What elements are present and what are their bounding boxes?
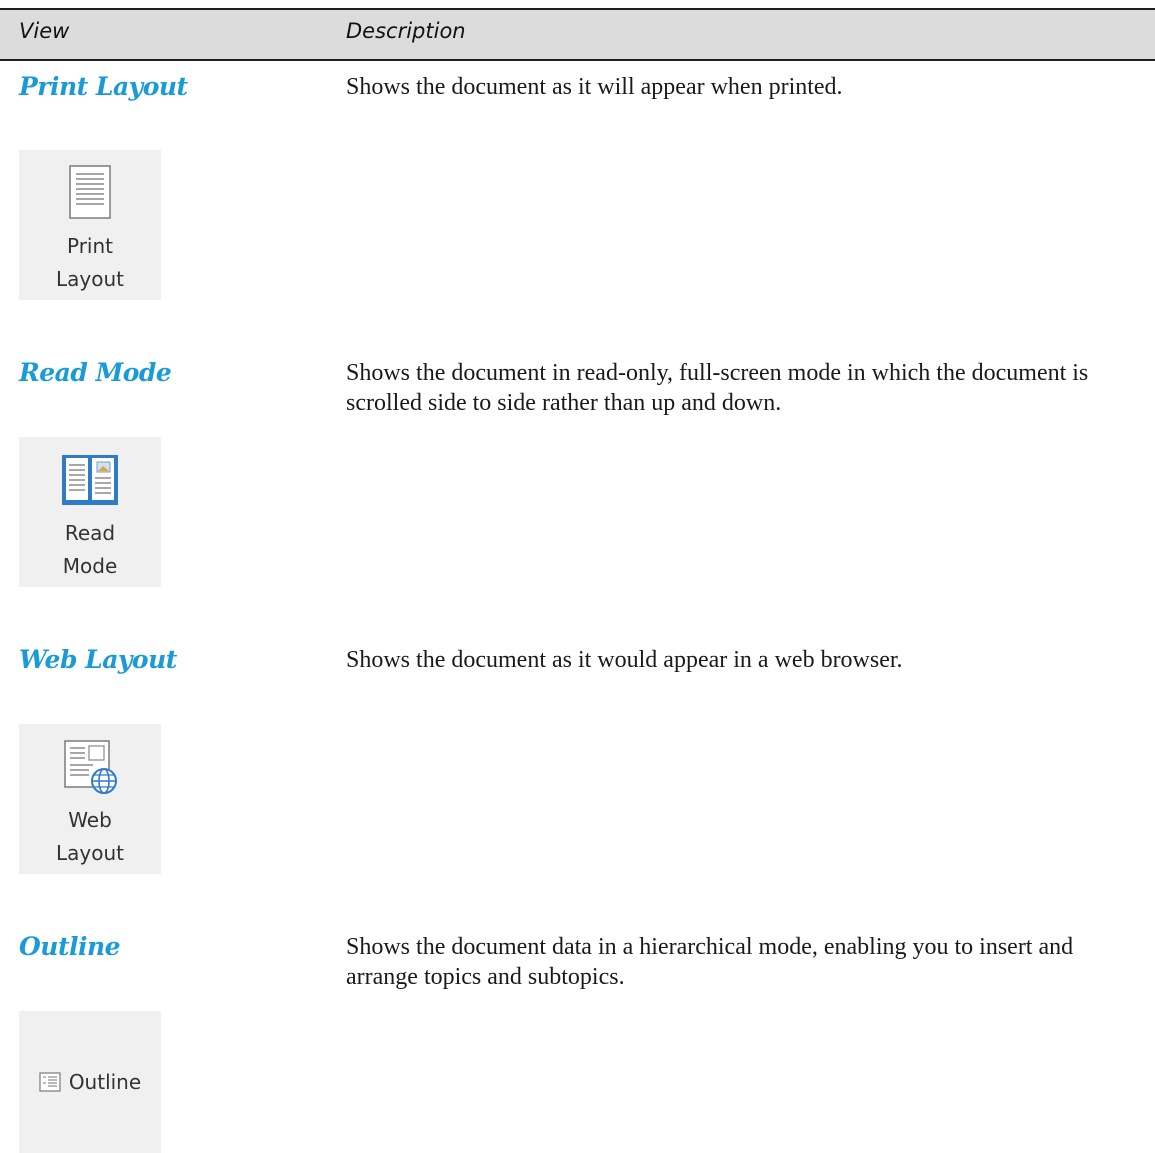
view-name-read-mode: Read Mode	[19, 358, 172, 387]
print-layout-icon	[69, 165, 111, 219]
web-layout-icon	[64, 740, 117, 794]
web-layout-button[interactable]: Web Layout	[19, 724, 161, 874]
outline-button-label: Outline	[68, 1070, 142, 1094]
read-mode-label-line2: Mode	[62, 554, 118, 578]
header-description: Description	[346, 19, 466, 43]
outline-button-content: Outline	[19, 1011, 161, 1153]
table-row: Print Layout Shows the document as it wi…	[0, 72, 1155, 312]
table-row: Outline Shows the document data in a hie…	[0, 932, 1155, 1153]
view-name-outline: Outline	[19, 932, 121, 961]
description-read-mode: Shows the document in read-only, full-sc…	[346, 360, 1089, 416]
outline-icon	[39, 1072, 61, 1092]
description-web-layout: Shows the document as it would appear in…	[346, 647, 903, 673]
read-mode-button[interactable]: Read Mode	[19, 437, 161, 587]
view-name-web-layout: Web Layout	[19, 645, 177, 674]
description-print-layout: Shows the document as it will appear whe…	[346, 74, 843, 100]
print-layout-button[interactable]: Print Layout	[19, 150, 161, 300]
web-layout-label-line1: Web	[68, 808, 112, 832]
table-row: Web Layout Shows the document as it woul…	[0, 645, 1155, 885]
read-mode-icon	[62, 455, 118, 505]
print-layout-button-label: Print Layout	[19, 230, 161, 296]
print-layout-label-line1: Print	[66, 234, 113, 258]
read-mode-button-label: Read Mode	[19, 517, 161, 583]
table-header: View Description	[0, 8, 1155, 61]
header-view: View	[19, 19, 70, 43]
description-outline: Shows the document data in a hierarchica…	[346, 934, 1074, 990]
view-name-print-layout: Print Layout	[19, 72, 188, 101]
web-layout-label-line2: Layout	[56, 841, 124, 865]
print-layout-label-line2: Layout	[56, 267, 124, 291]
table-row: Read Mode Shows the document in read-onl…	[0, 358, 1155, 598]
web-layout-button-label: Web Layout	[19, 804, 161, 870]
read-mode-label-line1: Read	[64, 521, 116, 545]
outline-button[interactable]: Outline	[19, 1011, 161, 1153]
